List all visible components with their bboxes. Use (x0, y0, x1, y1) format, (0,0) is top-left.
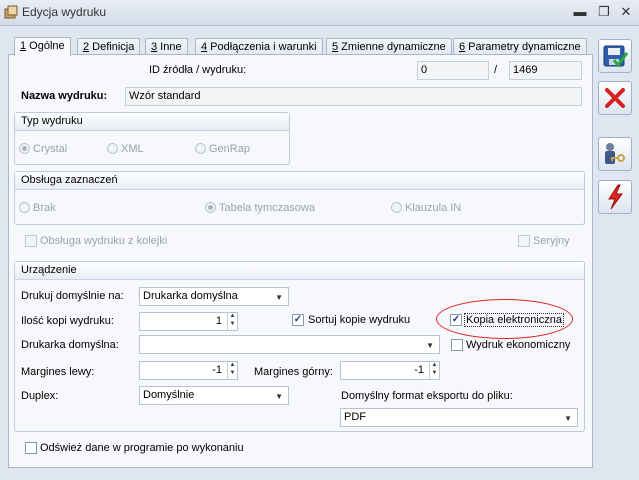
source-id-label: ID źródła / wydruku: (149, 64, 247, 76)
tab-general[interactable]: 1 Ogólne (14, 37, 71, 56)
run-button[interactable] (598, 180, 632, 214)
radio-in-clause (391, 202, 402, 213)
device-title: Urządzenie (15, 262, 584, 280)
id-separator: / (494, 64, 498, 76)
default-printer-label: Drukarka domyślna: (21, 339, 119, 351)
queue-checkbox (25, 235, 37, 247)
copies-stepper[interactable]: 1 ▲ ▼ (139, 312, 238, 331)
radio-temp-table-label: Tabela tymczasowa (219, 202, 315, 214)
copies-value: 1 (215, 315, 222, 327)
lightning-icon (608, 184, 623, 210)
radio-temp-table (205, 202, 216, 213)
radio-none (19, 202, 30, 213)
print-name-field[interactable]: Wzór standard (125, 87, 582, 106)
serial-checkbox (518, 235, 530, 247)
duplex-label: Duplex: (21, 390, 59, 402)
print-id-field: 1469 (509, 61, 582, 80)
close-button[interactable]: ✕ (618, 4, 634, 20)
chevron-down-icon: ▼ (426, 341, 434, 350)
margin-left-stepper[interactable]: -1 ▲ ▼ (139, 361, 238, 380)
minimize-button[interactable]: ▬ (572, 4, 588, 20)
radio-crystal-label: Crystal (33, 143, 68, 155)
user-key-icon (605, 143, 625, 164)
stepper-arrows-icon[interactable]: ▲ ▼ (429, 362, 439, 379)
duplex-value: Domyślnie (143, 389, 195, 401)
source-id-field: 0 (417, 61, 489, 80)
print-type-title: Typ wydruku (15, 113, 289, 131)
save-icon (603, 45, 629, 68)
print-type-group: Typ wydruku (14, 112, 290, 165)
serial-label: Seryjny (533, 235, 570, 247)
queue-label: Obsługa wydruku z kolejki (40, 235, 168, 247)
refresh-label: Odśwież dane w programie po wykonaniu (40, 442, 244, 454)
title-bar: Edycja wydruku ▬ ❐ ✕ (0, 0, 639, 26)
save-button[interactable] (598, 39, 632, 73)
radio-xml-label: XML (121, 143, 144, 155)
stepper-arrows-icon[interactable]: ▲ ▼ (227, 313, 237, 330)
chevron-down-icon: ▼ (564, 414, 572, 423)
refresh-checkbox[interactable] (25, 442, 37, 454)
duplex-select[interactable]: Domyślnie ▼ (139, 386, 289, 405)
default-print-value: Drukarka domyślna (143, 290, 238, 302)
selection-handling-group: Obsługa zaznaczeń (14, 171, 585, 225)
margin-top-value: -1 (414, 364, 424, 376)
margin-top-stepper[interactable]: -1 ▲ ▼ (340, 361, 440, 380)
selection-handling-title: Obsługa zaznaczeń (15, 172, 584, 190)
electronic-copy-checkbox[interactable]: ✓ (450, 314, 462, 326)
chevron-down-icon: ▼ (275, 392, 283, 401)
print-name-label: Nazwa wydruku: (21, 90, 108, 102)
export-format-select[interactable]: PDF ▼ (340, 408, 578, 427)
window-title: Edycja wydruku (22, 5, 107, 19)
radio-crystal (19, 143, 30, 154)
export-format-value: PDF (344, 411, 366, 423)
stepper-arrows-icon[interactable]: ▲ ▼ (227, 362, 237, 379)
electronic-copy-label: Kopia elektroniczna (464, 313, 565, 327)
restore-button[interactable]: ❐ (596, 4, 612, 20)
sort-copies-label: Sortuj kopie wydruku (308, 314, 411, 326)
radio-genrap-label: GenRap (209, 143, 250, 155)
cancel-icon (605, 88, 625, 108)
app-icon (4, 5, 18, 19)
margin-left-value: -1 (212, 364, 222, 376)
radio-xml (107, 143, 118, 154)
copies-label: Ilość kopi wydruku: (21, 315, 114, 327)
user-permissions-button[interactable] (598, 137, 632, 171)
eco-print-checkbox[interactable] (451, 339, 463, 351)
radio-none-label: Brak (33, 202, 56, 214)
margin-left-label: Margines lewy: (21, 366, 95, 378)
sort-copies-checkbox[interactable]: ✓ (292, 314, 304, 326)
default-print-select[interactable]: Drukarka domyślna ▼ (139, 287, 289, 306)
export-format-label: Domyślny format eksportu do pliku: (341, 390, 513, 402)
default-print-label: Drukuj domyślnie na: (21, 290, 124, 302)
cancel-button[interactable] (598, 81, 632, 115)
margin-top-label: Margines górny: (254, 366, 333, 378)
chevron-down-icon: ▼ (275, 293, 283, 302)
eco-print-label: Wydruk ekonomiczny (466, 339, 571, 351)
radio-in-clause-label: Klauzula IN (405, 202, 462, 214)
default-printer-select[interactable]: ▼ (139, 335, 440, 354)
radio-genrap (195, 143, 206, 154)
